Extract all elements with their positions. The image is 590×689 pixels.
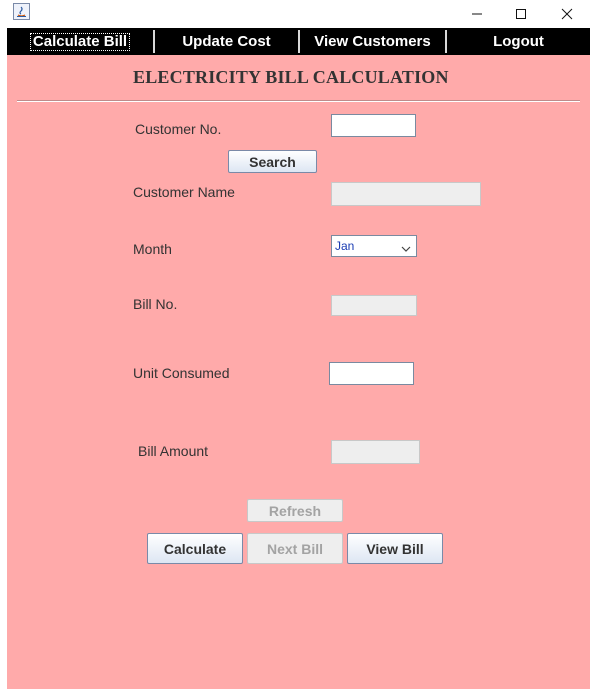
- next-bill-button[interactable]: Next Bill: [247, 533, 343, 564]
- title-divider: [17, 100, 580, 102]
- minimize-icon: [471, 5, 483, 24]
- menu-update-cost-label: Update Cost: [182, 33, 271, 50]
- maximize-button[interactable]: [498, 0, 544, 28]
- close-icon: [561, 5, 573, 24]
- bill-no-field: [331, 295, 417, 316]
- customer-no-label: Customer No.: [135, 121, 222, 137]
- menu-calculate-bill[interactable]: Calculate Bill: [7, 28, 153, 55]
- customer-name-label: Customer Name: [133, 184, 235, 200]
- view-bill-button[interactable]: View Bill: [347, 533, 443, 564]
- customer-no-input[interactable]: [331, 114, 416, 137]
- java-icon: [13, 3, 30, 20]
- maximize-icon: [515, 5, 527, 24]
- menu-view-customers[interactable]: View Customers: [300, 28, 445, 55]
- month-select-value: Jan: [335, 239, 355, 253]
- bill-amount-label: Bill Amount: [138, 443, 209, 459]
- menu-calculate-bill-label: Calculate Bill: [29, 32, 131, 51]
- menu-logout-label: Logout: [493, 33, 544, 50]
- month-label: Month: [133, 241, 172, 257]
- menu-view-customers-label: View Customers: [314, 33, 431, 50]
- unit-consumed-input[interactable]: [329, 362, 414, 385]
- menu-update-cost[interactable]: Update Cost: [155, 28, 298, 55]
- refresh-button[interactable]: Refresh: [247, 499, 343, 522]
- calculate-button[interactable]: Calculate: [147, 533, 243, 564]
- chevron-down-icon: [401, 242, 411, 256]
- close-button[interactable]: [544, 0, 590, 28]
- window-edge: [0, 28, 7, 689]
- customer-name-field: [331, 182, 481, 206]
- bill-amount-field: [331, 440, 420, 464]
- minimize-button[interactable]: [454, 0, 500, 28]
- search-button[interactable]: Search: [228, 150, 317, 173]
- unit-consumed-label: Unit Consumed: [133, 365, 230, 381]
- menu-logout[interactable]: Logout: [447, 28, 590, 55]
- page-title: ELECTRICITY BILL CALCULATION: [133, 67, 449, 87]
- bill-no-label: Bill No.: [133, 296, 178, 312]
- month-select[interactable]: Jan: [331, 235, 417, 257]
